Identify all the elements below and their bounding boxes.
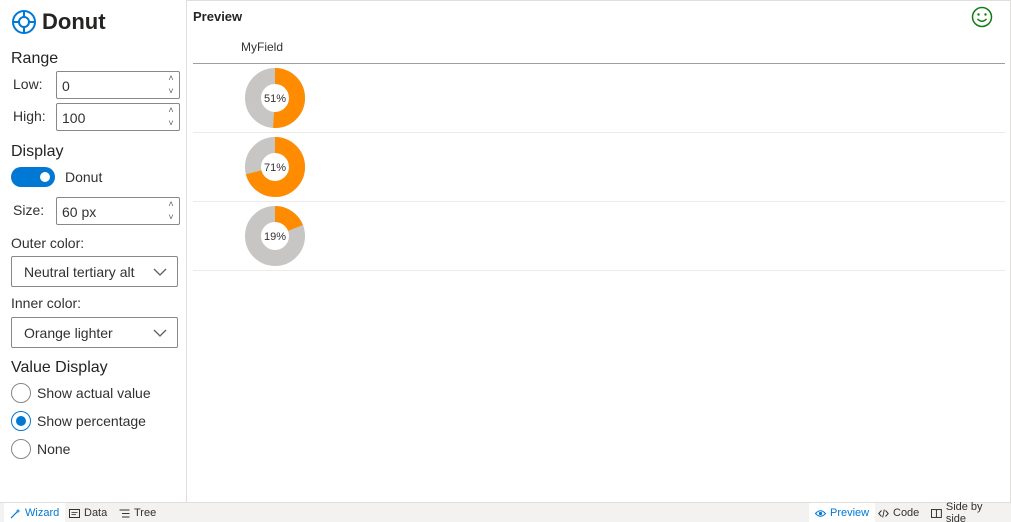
increment-icon[interactable]: ˄ bbox=[168, 105, 173, 116]
value-display-heading: Value Display bbox=[11, 359, 108, 376]
donut-value-label: 19% bbox=[264, 231, 286, 243]
low-label: Low: bbox=[13, 76, 43, 92]
low-spin-input[interactable]: 0 ˄ ˅ bbox=[56, 71, 180, 99]
radio-show-actual-value[interactable]: Show actual value bbox=[11, 383, 151, 403]
radio-label: Show actual value bbox=[37, 385, 151, 401]
outer-color-label: Outer color: bbox=[11, 235, 85, 251]
toggle-knob bbox=[40, 172, 50, 182]
wand-icon bbox=[10, 508, 21, 518]
outer-color-value: Neutral tertiary alt bbox=[24, 264, 135, 280]
increment-icon[interactable]: ˄ bbox=[168, 73, 173, 84]
chevron-down-icon bbox=[153, 329, 167, 337]
tab-label: Wizard bbox=[25, 507, 60, 519]
tab-wizard[interactable]: Wizard bbox=[4, 503, 66, 522]
increment-icon[interactable]: ˄ bbox=[168, 199, 173, 210]
size-spin-input[interactable]: 60 px ˄ ˅ bbox=[56, 197, 180, 225]
app-title-row: Donut bbox=[11, 8, 106, 36]
tab-tree[interactable]: Tree bbox=[113, 503, 162, 522]
display-heading: Display bbox=[11, 143, 64, 160]
decrement-icon[interactable]: ˅ bbox=[168, 118, 173, 129]
high-label: High: bbox=[13, 108, 46, 124]
tab-preview[interactable]: Preview bbox=[809, 503, 876, 522]
low-value: 0 bbox=[62, 78, 70, 94]
donut-chart: 71% bbox=[245, 137, 305, 197]
tab-side-by-side[interactable]: Side by side bbox=[925, 501, 1011, 522]
outer-color-dropdown[interactable]: Neutral tertiary alt bbox=[11, 256, 178, 287]
high-value: 100 bbox=[62, 110, 86, 126]
bottom-bar: Wizard Data Tree Preview Code Side by si… bbox=[0, 501, 1011, 522]
radio-none[interactable]: None bbox=[11, 439, 70, 459]
column-header-myfield[interactable]: MyField bbox=[241, 40, 283, 54]
inner-color-label: Inner color: bbox=[11, 295, 82, 311]
table-row: 51% bbox=[193, 64, 1005, 133]
tab-label: Preview bbox=[830, 507, 870, 519]
preview-title: Preview bbox=[193, 9, 243, 24]
table-row: 71% bbox=[193, 133, 1005, 202]
code-icon bbox=[878, 508, 889, 518]
donut-toggle-label: Donut bbox=[65, 169, 103, 185]
tab-label: Side by side bbox=[945, 501, 983, 522]
donut-value-label: 71% bbox=[264, 162, 286, 174]
range-heading: Range bbox=[11, 50, 59, 67]
donut-logo-icon bbox=[12, 10, 36, 34]
size-value: 60 px bbox=[62, 204, 97, 220]
inner-color-value: Orange lighter bbox=[24, 325, 113, 341]
radio-circle[interactable] bbox=[11, 383, 31, 403]
donut-chart: 19% bbox=[245, 206, 305, 266]
donut-value-label: 51% bbox=[264, 93, 286, 105]
donut-toggle[interactable] bbox=[11, 167, 55, 187]
decrement-icon[interactable]: ˅ bbox=[168, 86, 173, 97]
tab-label: Tree bbox=[134, 507, 157, 519]
donut-chart: 51% bbox=[245, 68, 305, 128]
split-view-icon bbox=[931, 508, 942, 518]
sidebar: Donut Range Low: 0 ˄ ˅ High: 100 ˄ ˅ Dis… bbox=[0, 0, 187, 502]
size-label: Size: bbox=[13, 202, 45, 218]
app-title: Donut bbox=[42, 9, 106, 34]
decrement-icon[interactable]: ˅ bbox=[168, 212, 173, 223]
tab-code[interactable]: Code bbox=[872, 503, 925, 522]
table-row: 19% bbox=[193, 202, 1005, 271]
data-icon bbox=[69, 508, 80, 518]
radio-circle[interactable] bbox=[11, 411, 31, 431]
high-spin-input[interactable]: 100 ˄ ˅ bbox=[56, 103, 180, 131]
tab-label: Code bbox=[893, 507, 920, 519]
tab-data[interactable]: Data bbox=[63, 503, 113, 522]
radio-label: Show percentage bbox=[37, 413, 146, 429]
radio-label: None bbox=[37, 441, 71, 457]
inner-color-dropdown[interactable]: Orange lighter bbox=[11, 317, 178, 348]
radio-show-percentage[interactable]: Show percentage bbox=[11, 411, 146, 431]
preview-pane: Preview MyField 51% 71% 19% bbox=[188, 0, 1010, 502]
tab-label: Data bbox=[84, 507, 108, 519]
chevron-down-icon bbox=[153, 268, 167, 276]
smiley-feedback-icon[interactable] bbox=[971, 6, 993, 28]
eye-icon bbox=[815, 509, 826, 517]
tree-icon bbox=[119, 509, 130, 517]
radio-circle[interactable] bbox=[11, 439, 31, 459]
